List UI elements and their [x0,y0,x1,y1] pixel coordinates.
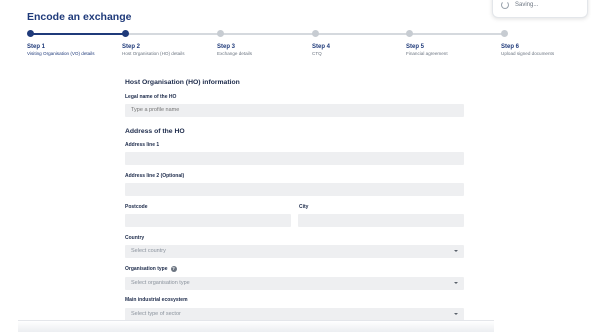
organisation-type-select[interactable]: Select organisation type [125,277,464,290]
step-desc: Upload signed documents [501,51,555,56]
step-2[interactable]: Step 2 Host Organisation (HO) details [122,43,202,57]
organisation-type-label: Organisation type ? [125,266,177,272]
step-1[interactable]: Step 1 Visiting Organisation (VO) detail… [27,43,107,57]
stepper: Step 1 Visiting Organisation (VO) detail… [0,26,591,66]
address-line-2-label: Address line 2 (Optional) [125,173,185,179]
chevron-down-icon [454,282,458,284]
step-2-dot [122,30,129,37]
legal-name-label: Legal name of the HO [125,94,177,100]
chevron-down-icon [454,313,458,315]
step-1-dot [27,30,34,37]
city-label: City [299,204,309,210]
saving-toast: Saving... [492,0,588,18]
step-6[interactable]: Step 6 Upload signed documents [501,43,561,57]
chevron-down-icon [454,250,458,252]
step-6-dot [501,30,508,37]
step-label: Step 2 [122,44,141,50]
saving-text: Saving... [515,2,539,8]
step-connector [30,33,125,35]
help-icon[interactable]: ? [170,266,177,272]
country-select-value: Select country [131,248,166,254]
postcode-label: Postcode [125,204,148,210]
postcode-input[interactable] [125,214,291,227]
country-select[interactable]: Select country [125,245,464,258]
step-4[interactable]: Step 4 CTQ [312,43,392,57]
step-label: Step 1 [27,44,46,50]
spinner-icon [501,1,509,9]
step-label: Step 4 [312,44,331,50]
address-section-title: Address of the HO [125,128,185,135]
footer-bar [18,320,494,332]
step-desc: Host Organisation (HO) details [122,51,185,56]
page-title: Encode an exchange [27,11,132,23]
step-3[interactable]: Step 3 Exchange details [217,43,297,57]
ecosystem-label: Main industrial ecosystem [125,297,188,303]
country-label: Country [125,235,145,241]
section-title: Host Organisation (HO) information [125,79,240,86]
city-input[interactable] [298,214,464,227]
address-line-1-label: Address line 1 [125,142,160,148]
address-line-2-input[interactable] [125,183,464,196]
step-label: Step 6 [501,44,520,50]
step-5-dot [406,30,413,37]
step-desc: Exchange details [217,51,252,56]
ecosystem-select-value: Select type of sector [131,311,181,317]
step-4-dot [312,30,319,37]
step-3-dot [217,30,224,37]
step-desc: Financial agreement [406,51,448,56]
step-label: Step 5 [406,44,425,50]
step-label: Step 3 [217,44,236,50]
step-5[interactable]: Step 5 Financial agreement [406,43,486,57]
step-desc: CTQ [312,51,322,56]
organisation-type-select-value: Select organisation type [131,280,190,286]
address-line-1-input[interactable] [125,152,464,165]
legal-name-input[interactable] [125,104,464,117]
step-desc: Visiting Organisation (VO) details [27,51,95,56]
organisation-type-label-text: Organisation type [125,266,168,272]
